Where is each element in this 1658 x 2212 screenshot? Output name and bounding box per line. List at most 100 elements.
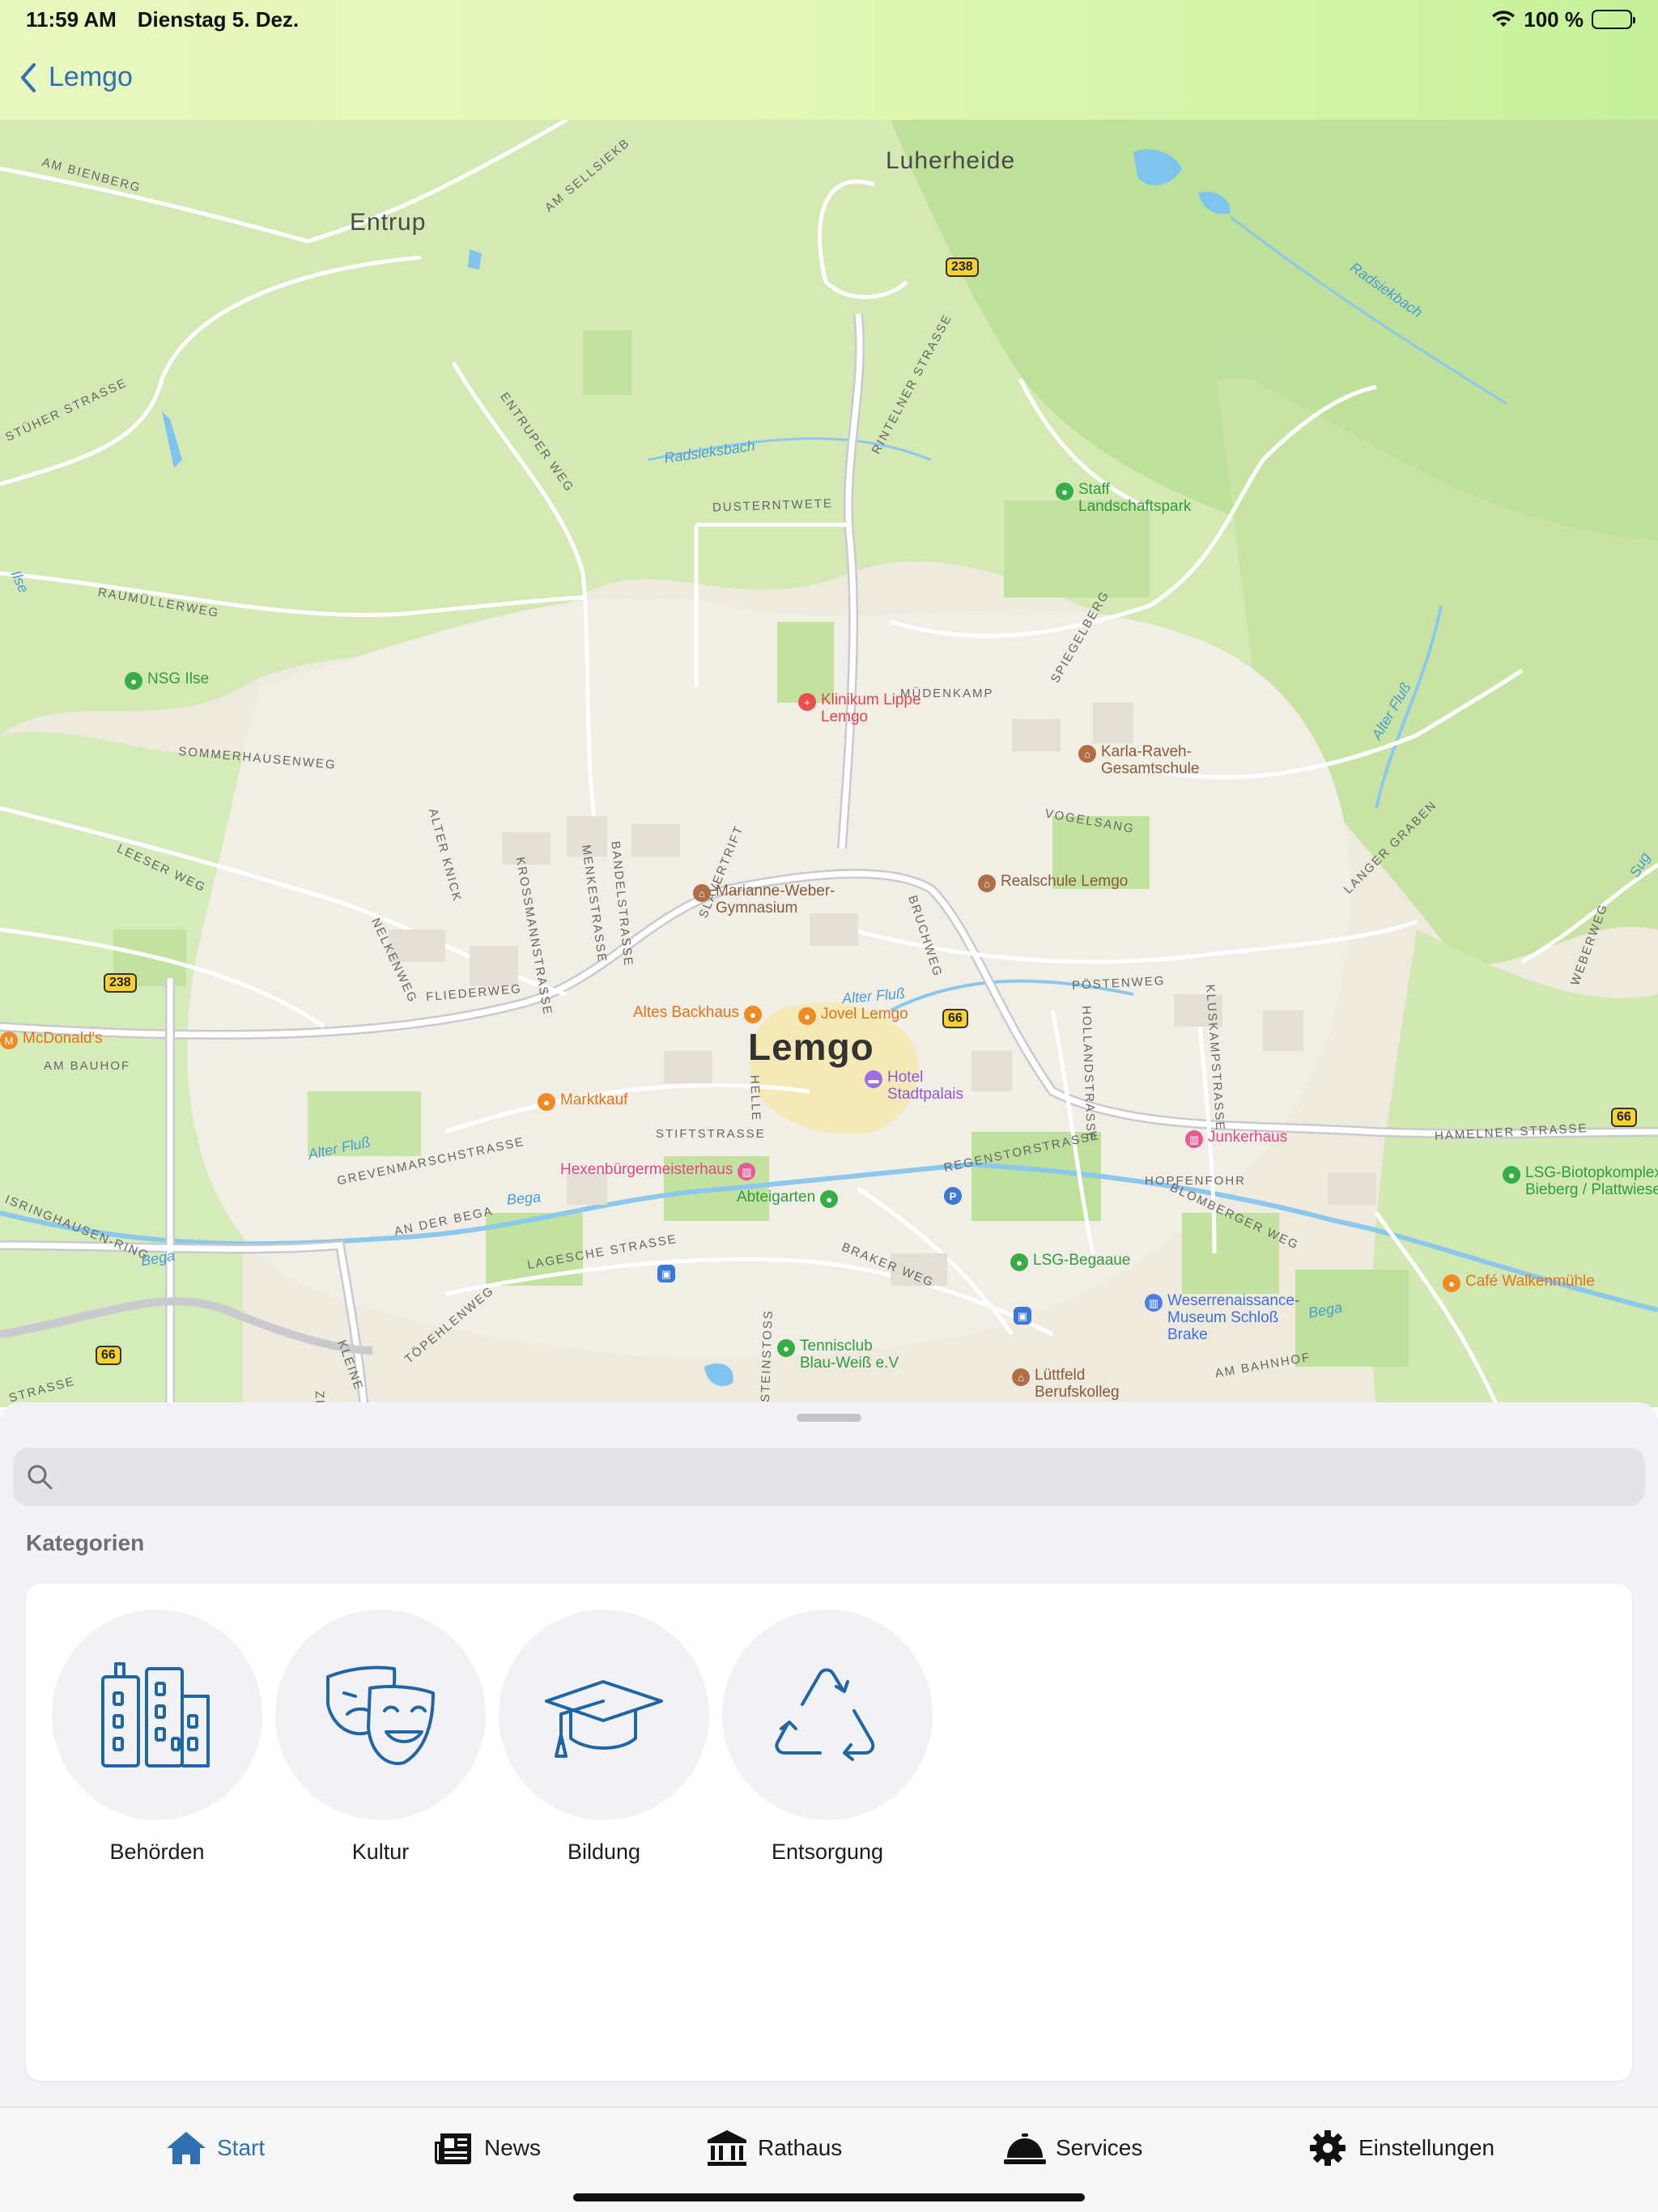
service-bell-icon bbox=[1004, 2133, 1046, 2164]
categories-title: Kategorien bbox=[26, 1530, 145, 1555]
hotel-icon: ▬ bbox=[865, 1070, 882, 1088]
bus-stop-icon[interactable]: ▣ bbox=[1014, 1305, 1031, 1325]
restaurant-icon: ● bbox=[798, 1007, 816, 1025]
map-poi[interactable]: ▬ Hotel Stadtpalais bbox=[865, 1069, 978, 1103]
tab-label: Rathaus bbox=[758, 2135, 843, 2160]
map-view[interactable]: Luherheide Entrup Lemgo AM BIENBERG AM S… bbox=[0, 120, 1658, 1407]
map-street-label: HELLE bbox=[747, 1074, 763, 1122]
category-behoerden[interactable]: Behörden bbox=[52, 1610, 262, 1865]
tab-label: News bbox=[484, 2135, 542, 2160]
category-entsorgung[interactable]: Entsorgung bbox=[722, 1610, 933, 1865]
status-right: 100 % bbox=[1491, 6, 1635, 32]
category-kultur[interactable]: Kultur bbox=[275, 1610, 486, 1865]
parking-icon[interactable]: P bbox=[944, 1185, 962, 1205]
road-shield: 66 bbox=[96, 1346, 121, 1365]
tab-news[interactable]: News bbox=[432, 2129, 541, 2167]
category-label: Entsorgung bbox=[771, 1840, 884, 1864]
map-poi[interactable]: ● Tennisclub Blau-Weiß e.V bbox=[777, 1338, 907, 1372]
school-icon: ⌂ bbox=[693, 884, 711, 902]
map-town-label: Lemgo bbox=[748, 1026, 874, 1068]
buildings-icon bbox=[101, 1662, 210, 1767]
map-town-label: Luherheide bbox=[886, 147, 1016, 174]
park-icon: ● bbox=[820, 1190, 839, 1208]
map-poi[interactable]: ● LSG-Biotopkomplex Bieberg / Plattwiese bbox=[1503, 1164, 1658, 1198]
wifi-icon bbox=[1492, 11, 1516, 27]
map-poi[interactable]: ● Jovel Lemgo bbox=[798, 1006, 908, 1025]
cafe-icon: ● bbox=[1443, 1274, 1460, 1292]
map-poi[interactable]: ● Café Walkenmühle bbox=[1443, 1273, 1595, 1292]
tab-bar: Start News Rathaus Services Einstellunge… bbox=[0, 2107, 1658, 2212]
category-label: Bildung bbox=[567, 1840, 641, 1864]
bus-stop-icon[interactable]: ▣ bbox=[657, 1263, 675, 1283]
chevron-left-icon bbox=[21, 62, 36, 92]
park-icon: ● bbox=[1503, 1166, 1520, 1184]
park-icon: ● bbox=[1010, 1253, 1028, 1271]
tab-label: Services bbox=[1056, 2135, 1143, 2160]
museum-icon: ▥ bbox=[738, 1163, 756, 1180]
map-poi[interactable]: + Klinikum Lippe Lemgo bbox=[798, 691, 936, 725]
category-icon-circle bbox=[722, 1610, 933, 1820]
map-street-label: HOPFENFOHR bbox=[1145, 1174, 1246, 1188]
map-water-label: Bega bbox=[506, 1189, 542, 1208]
status-time: 11:59 AM bbox=[26, 6, 117, 32]
map-poi[interactable]: ● NSG Ilse bbox=[125, 670, 209, 690]
category-icon-circle bbox=[275, 1610, 486, 1820]
hospital-icon: + bbox=[798, 693, 816, 711]
battery-percent: 100 % bbox=[1524, 6, 1584, 32]
navigation-header: 11:59 AM Dienstag 5. Dez. 100 % Lemgo bbox=[0, 0, 1658, 120]
park-icon: ● bbox=[125, 672, 142, 690]
museum-icon: ▥ bbox=[1145, 1294, 1163, 1312]
map-poi[interactable]: Hexenbürgermeisterhaus ▥ bbox=[560, 1161, 756, 1180]
map-poi[interactable]: ⌂ Lüttfeld Berufskolleg bbox=[1012, 1367, 1141, 1401]
school-icon: ⌂ bbox=[1078, 745, 1096, 763]
townhall-icon bbox=[708, 2130, 746, 2166]
back-label: Lemgo bbox=[49, 62, 133, 92]
sheet-grabber[interactable] bbox=[797, 1414, 861, 1422]
categories-card: Behörden Kultur Bildung Entsorgung bbox=[26, 1584, 1632, 2081]
map-poi[interactable]: ● Staff Landschaftspark bbox=[1056, 481, 1201, 515]
road-shield: 66 bbox=[942, 1009, 968, 1028]
shopping-cart-icon: ● bbox=[538, 1093, 555, 1111]
school-icon: ⌂ bbox=[1012, 1368, 1030, 1386]
tab-start[interactable]: Start bbox=[165, 2129, 265, 2167]
map-street-label: STIFTSTRASSE bbox=[656, 1127, 766, 1141]
search-icon bbox=[28, 1465, 53, 1490]
status-date: Dienstag 5. Dez. bbox=[137, 6, 300, 32]
map-poi[interactable]: ⌂ Karla-Raveh-Gesamtschule bbox=[1078, 743, 1248, 777]
map-poi[interactable]: ▥ Junkerhaus bbox=[1185, 1129, 1287, 1148]
road-shield: 66 bbox=[1611, 1108, 1637, 1127]
school-icon: ⌂ bbox=[978, 874, 996, 892]
map-poi[interactable]: Altes Backhaus ● bbox=[633, 1004, 762, 1023]
search-field[interactable] bbox=[13, 1448, 1645, 1506]
home-indicator bbox=[573, 2193, 1085, 2201]
tab-services[interactable]: Services bbox=[1004, 2129, 1142, 2167]
map-town-label: Entrup bbox=[350, 209, 427, 236]
map-poi[interactable]: Abteigarten ● bbox=[737, 1189, 839, 1208]
tab-rathaus[interactable]: Rathaus bbox=[706, 2129, 842, 2167]
map-poi[interactable]: ● Marktkauf bbox=[538, 1091, 627, 1111]
tab-label: Start bbox=[217, 2135, 266, 2160]
map-poi[interactable]: M McDonald's bbox=[0, 1030, 103, 1049]
park-icon: ● bbox=[1056, 483, 1073, 500]
house-icon bbox=[167, 2132, 206, 2164]
map-poi[interactable]: ▥ Weserrenaissance-Museum Schloß Brake bbox=[1145, 1292, 1323, 1343]
battery-icon bbox=[1592, 10, 1635, 29]
search-input[interactable] bbox=[65, 1463, 1603, 1491]
road-shield: 238 bbox=[946, 257, 979, 277]
tennis-icon: ● bbox=[777, 1339, 795, 1357]
map-poi[interactable]: ● LSG-Begaaue bbox=[1010, 1252, 1130, 1271]
map-street-label: AM BAUHOF bbox=[44, 1059, 131, 1073]
tab-label: Einstellungen bbox=[1358, 2135, 1495, 2160]
map-poi[interactable]: ⌂ Realschule Lemgo bbox=[978, 873, 1128, 892]
category-label: Behörden bbox=[109, 1840, 205, 1864]
category-bildung[interactable]: Bildung bbox=[499, 1610, 709, 1865]
tab-einstellungen[interactable]: Einstellungen bbox=[1307, 2129, 1494, 2167]
bakery-icon: ● bbox=[743, 1006, 762, 1023]
gear-icon bbox=[1310, 2130, 1346, 2166]
recycle-icon bbox=[775, 1668, 875, 1761]
bottom-sheet: Kategorien Behörden Kultur Bildung Entso… bbox=[0, 1402, 1658, 2107]
newspaper-icon bbox=[435, 2133, 471, 2164]
map-poi[interactable]: ⌂ Marianne-Weber-Gymnasium bbox=[693, 883, 871, 917]
restaurant-icon: M bbox=[0, 1032, 18, 1049]
back-button[interactable]: Lemgo bbox=[19, 62, 133, 93]
